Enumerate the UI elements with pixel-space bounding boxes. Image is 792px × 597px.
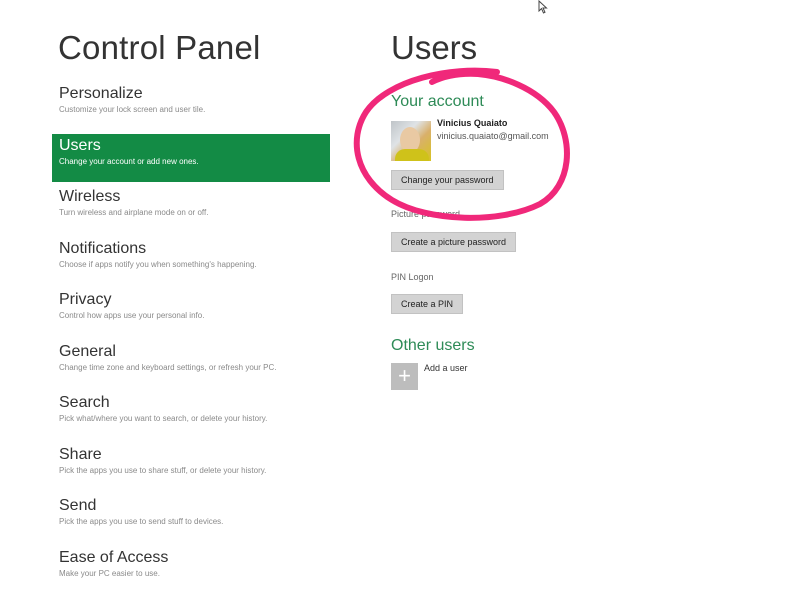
nav-item-search[interactable]: Search Pick what/where you want to searc…	[52, 391, 330, 439]
nav-item-label: Search	[59, 394, 110, 411]
nav-item-label: Notifications	[59, 239, 147, 257]
user-name: Vinicius Quaiato	[437, 118, 508, 128]
pin-logon-label: PIN Logon	[391, 272, 434, 282]
user-avatar	[391, 121, 431, 161]
nav-item-description: Turn wireless and airplane mode on or of…	[59, 208, 209, 217]
user-email: vinicius.quaiato@gmail.com	[437, 131, 549, 141]
nav-item-label: Personalize	[59, 85, 143, 102]
nav-item-general[interactable]: General Change time zone and keyboard se…	[52, 340, 330, 388]
nav-item-share[interactable]: Share Pick the apps you use to share stu…	[52, 443, 330, 491]
your-account-heading: Your account	[391, 93, 484, 110]
change-password-button[interactable]: Change your password	[391, 170, 504, 190]
nav-item-label: Privacy	[59, 291, 112, 308]
control-panel-title: Control Panel	[58, 29, 261, 66]
nav-item-label: Users	[59, 136, 101, 154]
nav-item-personalize[interactable]: Personalize Customize your lock screen a…	[52, 82, 330, 130]
nav-item-description: Control how apps use your personal info.	[59, 311, 205, 320]
nav-item-description: Change your account or add new ones.	[59, 156, 199, 166]
other-users-heading: Other users	[391, 337, 475, 354]
add-user-label[interactable]: Add a user	[424, 363, 468, 373]
settings-nav: Personalize Customize your lock screen a…	[52, 82, 330, 597]
nav-item-description: Pick the apps you use to share stuff, or…	[59, 465, 267, 475]
nav-item-label: Send	[59, 497, 97, 514]
nav-item-label: Wireless	[59, 188, 121, 205]
add-user-button[interactable]: +	[391, 363, 418, 390]
nav-item-notifications[interactable]: Notifications Choose if apps notify you …	[52, 237, 330, 285]
picture-password-label: Picture password	[391, 209, 461, 219]
nav-item-description: Choose if apps notify you when something…	[59, 259, 257, 269]
create-picture-password-button[interactable]: Create a picture password	[391, 232, 517, 252]
nav-item-users[interactable]: Users Change your account or add new one…	[52, 133, 330, 182]
nav-item-description: Make your PC easier to use.	[59, 568, 160, 578]
nav-item-description: Change time zone and keyboard settings, …	[59, 362, 277, 372]
nav-item-label: Ease of Access	[59, 548, 169, 566]
plus-icon: +	[398, 363, 411, 388]
nav-item-description: Pick what/where you want to search, or d…	[59, 414, 268, 423]
nav-item-send[interactable]: Send Pick the apps you use to send stuff…	[52, 494, 330, 542]
avatar-shirt	[395, 149, 429, 161]
nav-item-description: Customize your lock screen and user tile…	[59, 105, 206, 114]
nav-item-privacy[interactable]: Privacy Control how apps use your person…	[52, 288, 330, 336]
mouse-pointer-icon	[538, 0, 548, 14]
nav-item-description: Pick the apps you use to send stuff to d…	[59, 517, 224, 526]
nav-item-wireless[interactable]: Wireless Turn wireless and airplane mode…	[52, 185, 330, 233]
nav-item-label: Share	[59, 445, 102, 463]
create-pin-button[interactable]: Create a PIN	[391, 294, 464, 314]
nav-item-label: General	[59, 342, 116, 360]
nav-item-ease-of-access[interactable]: Ease of Access Make your PC easier to us…	[52, 546, 330, 594]
users-page-title: Users	[391, 29, 478, 66]
